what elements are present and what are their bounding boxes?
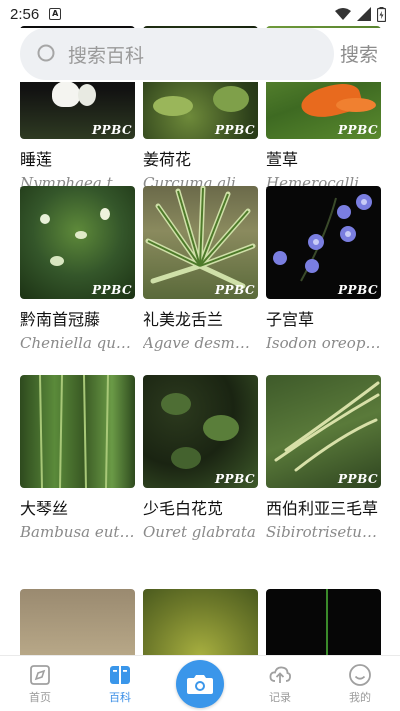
nav-label: 记录 xyxy=(269,691,291,704)
plant-latin-name: Sibirotrisetum sibiricum xyxy=(266,523,381,541)
search-icon xyxy=(37,44,55,62)
plant-name: 礼美龙舌兰 xyxy=(143,310,224,329)
ppbc-watermark: PPBC xyxy=(338,472,378,486)
plant-name: 姜荷花 xyxy=(143,150,192,169)
plant-card[interactable]: PPBC 少毛白花苋 Ouret glabrata xyxy=(143,375,258,542)
ppbc-watermark: PPBC xyxy=(215,283,255,297)
upload-cloud-icon xyxy=(269,666,291,683)
plant-image: PPBC xyxy=(266,186,381,299)
nav-label: 我的 xyxy=(349,691,371,704)
plant-name: 西伯利亚三毛草 xyxy=(266,499,379,518)
plant-latin-name: Isodon oreophilus xyxy=(266,334,381,352)
smile-icon xyxy=(349,664,371,686)
camera-button[interactable] xyxy=(176,660,224,708)
nav-label: 百科 xyxy=(109,691,131,704)
search-button[interactable]: 搜索 xyxy=(340,40,378,67)
plant-image: PPBC xyxy=(143,186,258,299)
plant-name: 睡莲 xyxy=(20,150,53,169)
search-placeholder: 搜索百科 xyxy=(68,44,145,67)
plant-image xyxy=(20,589,135,655)
plant-image: PPBC xyxy=(20,186,135,299)
ppbc-watermark: PPBC xyxy=(338,283,378,297)
bamboo-stems xyxy=(39,375,109,488)
plant-card[interactable] xyxy=(266,589,381,655)
plant-card[interactable] xyxy=(143,589,258,655)
plant-name: 萱草 xyxy=(266,150,299,169)
book-icon xyxy=(110,666,130,684)
plant-image xyxy=(266,589,381,655)
plant-latin-name: Ouret glabrata xyxy=(143,523,256,541)
plant-card[interactable]: PPBC 礼美龙舌兰 Agave desmettiana xyxy=(143,186,258,353)
plant-card[interactable]: PPBC 黔南首冠藤 Cheniella quinnanensis xyxy=(20,186,135,353)
plant-name: 大琴丝 xyxy=(20,499,69,518)
ppbc-watermark: PPBC xyxy=(92,283,132,297)
search-input[interactable]: 搜索百科 xyxy=(20,28,334,80)
nav-encyclopedia[interactable]: 百科 xyxy=(80,656,160,711)
plant-latin-name: Bambusa eutuldoides xyxy=(20,523,135,541)
ppbc-watermark: PPBC xyxy=(338,123,378,137)
plant-name: 子宫草 xyxy=(266,310,315,329)
plant-latin-name: Agave desmettiana xyxy=(143,334,258,352)
nav-records[interactable]: 记录 xyxy=(240,656,320,711)
ppbc-watermark: PPBC xyxy=(215,472,255,486)
compass-icon xyxy=(30,665,50,685)
plant-grid[interactable]: PPBC 睡莲 Nymphaea tetragona PPBC 姜荷花 Curc… xyxy=(0,0,400,655)
plant-image: PPBC xyxy=(143,375,258,488)
plant-image: PPBC xyxy=(266,375,381,488)
ppbc-watermark: PPBC xyxy=(215,123,255,137)
plant-card[interactable] xyxy=(20,589,135,655)
plant-latin-name: Cheniella quinnanensis xyxy=(20,334,135,352)
plant-name: 黔南首冠藤 xyxy=(20,310,101,329)
ppbc-watermark: PPBC xyxy=(92,123,132,137)
plant-name: 少毛白花苋 xyxy=(143,499,224,518)
plant-card[interactable]: 大琴丝 Bambusa eutuldoides xyxy=(20,375,135,542)
plant-card[interactable]: PPBC 西伯利亚三毛草 Sibirotrisetum sibiricum xyxy=(266,375,381,542)
camera-icon xyxy=(187,675,213,694)
nav-label: 首页 xyxy=(29,691,51,704)
plant-image xyxy=(20,375,135,488)
plant-image xyxy=(143,589,258,655)
nav-profile[interactable]: 我的 xyxy=(320,656,400,711)
plant-card[interactable]: PPBC 子宫草 Isodon oreophilus xyxy=(266,186,381,353)
nav-home[interactable]: 首页 xyxy=(0,656,80,711)
search-header: 搜索百科 搜索 xyxy=(0,28,400,82)
